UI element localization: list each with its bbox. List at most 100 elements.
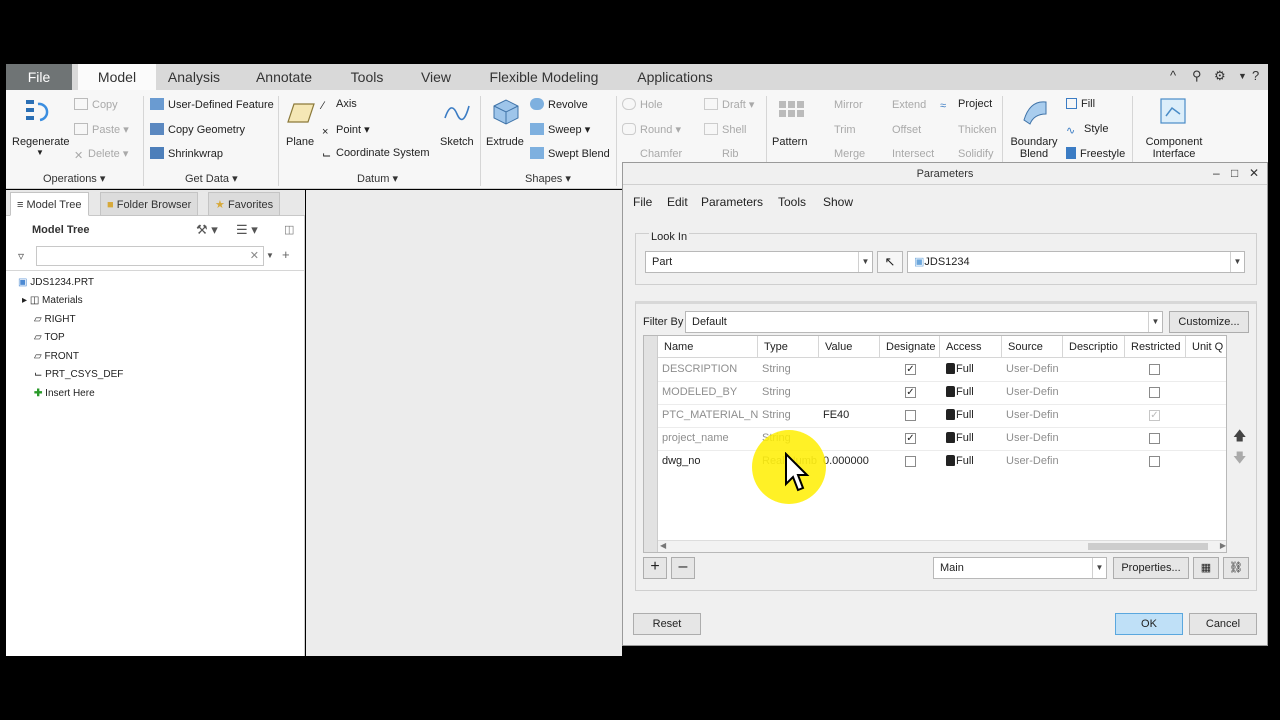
cell-name[interactable]: dwg_no — [658, 450, 758, 473]
search-icon[interactable]: ⚲ — [1192, 68, 1202, 84]
tab-tools[interactable]: Tools — [336, 64, 398, 90]
restricted-checkbox[interactable] — [1149, 387, 1160, 398]
filter-select[interactable]: Default ▼ — [685, 311, 1163, 333]
user-defined-feature-button[interactable]: User-Defined Feature — [150, 98, 274, 111]
tree-item-part[interactable]: ▣ JDS1234.PRT — [18, 277, 94, 288]
tab-applications[interactable]: Applications — [622, 64, 728, 90]
merge-button[interactable]: Merge — [816, 147, 865, 160]
extrude-button[interactable]: Extrude — [486, 136, 524, 148]
regenerate-button[interactable]: Regenerate — [12, 136, 70, 148]
intersect-button[interactable]: Intersect — [874, 147, 934, 160]
scrollbar-thumb[interactable] — [1088, 543, 1208, 550]
filter-icon[interactable]: ▿ — [18, 249, 24, 263]
tree-item-materials[interactable]: ▸ ◫ Materials — [22, 295, 83, 306]
file-tab[interactable]: File — [6, 64, 72, 90]
tab-analysis[interactable]: Analysis — [156, 64, 232, 90]
tab-annotate[interactable]: Annotate — [242, 64, 326, 90]
chevron-down-icon[interactable]: ▼ — [1238, 71, 1247, 81]
tab-folder-browser[interactable]: ■ Folder Browser — [100, 192, 199, 216]
table-columns-button[interactable]: ▦ — [1193, 557, 1219, 579]
extend-button[interactable]: Extend — [874, 98, 926, 111]
style-button[interactable]: ∿ Style — [1066, 123, 1108, 137]
tab-flexible-modeling[interactable]: Flexible Modeling — [474, 64, 614, 90]
column-header-value[interactable]: Value — [819, 336, 880, 358]
customize-button[interactable]: Customize... — [1169, 311, 1249, 333]
tree-filter-icon[interactable]: ◫ — [284, 223, 294, 236]
designate-checkbox[interactable]: ✓ — [905, 387, 916, 398]
freestyle-button[interactable]: Freestyle — [1066, 147, 1125, 160]
cell-type[interactable]: String — [758, 381, 819, 404]
trim-button[interactable]: Trim — [816, 123, 856, 136]
designate-checkbox[interactable]: ✓ — [905, 364, 916, 375]
chevron-down-icon[interactable]: ▼ — [1092, 558, 1106, 578]
designate-checkbox[interactable] — [905, 410, 916, 421]
cell-name[interactable]: DESCRIPTION — [658, 358, 758, 381]
delete-button[interactable]: ✕ Delete ▾ — [74, 147, 128, 162]
group-datum[interactable]: Datum ▾ — [357, 172, 398, 185]
column-header-description[interactable]: Descriptio — [1063, 336, 1125, 358]
thicken-button[interactable]: Thicken — [940, 123, 997, 136]
tab-model-tree[interactable]: ≡ Model Tree — [10, 192, 89, 216]
cell-type[interactable]: String — [758, 404, 819, 427]
cell-type[interactable]: String — [758, 358, 819, 381]
solidify-button[interactable]: Solidify — [940, 147, 993, 160]
add-icon[interactable]: + — [282, 247, 290, 262]
tree-item-insert-here[interactable]: ✚ Insert Here — [34, 388, 95, 399]
expand-icon[interactable]: ▸ — [22, 295, 27, 306]
menu-edit[interactable]: Edit — [667, 195, 688, 209]
cell-value[interactable]: 0.000000 — [819, 450, 880, 473]
ok-button[interactable]: OK — [1115, 613, 1183, 635]
hole-button[interactable]: Hole — [622, 98, 663, 111]
column-header-name[interactable]: Name — [658, 336, 758, 358]
tree-search-input[interactable]: ✕ — [36, 246, 264, 266]
cell-source[interactable]: User-Defin — [1002, 381, 1063, 404]
tree-list-icon[interactable]: ☰ ▾ — [236, 222, 258, 238]
chevron-down-icon[interactable]: ▼ — [266, 251, 274, 260]
tree-item-front[interactable]: ▱ FRONT — [34, 351, 79, 362]
minimize-icon[interactable]: – — [1213, 166, 1220, 180]
revolve-button[interactable]: Revolve — [530, 98, 588, 111]
shrinkwrap-button[interactable]: Shrinkwrap — [150, 147, 223, 160]
find-button[interactable]: ⛓ — [1223, 557, 1249, 579]
collapse-ribbon-icon[interactable]: ^ — [1170, 68, 1176, 83]
menu-show[interactable]: Show — [823, 195, 853, 209]
restricted-checkbox[interactable]: ✓ — [1149, 410, 1160, 421]
column-header-type[interactable]: Type — [758, 336, 819, 358]
fill-button[interactable]: Fill — [1066, 98, 1095, 110]
chevron-down-icon[interactable]: ▼ — [36, 148, 44, 157]
cell-value[interactable] — [819, 358, 880, 381]
restricted-checkbox[interactable] — [1149, 456, 1160, 467]
copy-button[interactable]: Copy — [74, 98, 118, 111]
swept-blend-button[interactable]: Swept Blend — [530, 147, 610, 160]
cell-source[interactable]: User-Defin — [1002, 427, 1063, 450]
select-pointer-button[interactable]: ↖ — [877, 251, 903, 273]
remove-parameter-button[interactable]: – — [671, 557, 695, 579]
tab-view[interactable]: View — [406, 64, 466, 90]
cell-value[interactable] — [819, 381, 880, 404]
column-header-restricted[interactable]: Restricted — [1125, 336, 1186, 358]
look-in-select[interactable]: Part ▼ — [645, 251, 873, 273]
tree-item-top[interactable]: ▱ TOP — [34, 332, 65, 343]
copy-geometry-button[interactable]: Copy Geometry — [150, 123, 245, 136]
cancel-button[interactable]: Cancel — [1189, 613, 1257, 635]
draft-button[interactable]: Draft ▾ — [704, 98, 754, 111]
cell-access[interactable]: Full — [942, 427, 1002, 450]
column-header-unit-quantity[interactable]: Unit Q — [1186, 336, 1226, 358]
coordinate-system-button[interactable]: ⌙ Coordinate System — [322, 147, 430, 161]
point-button[interactable]: × Point ▾ — [322, 123, 370, 138]
reset-button[interactable]: Reset — [633, 613, 701, 635]
cell-access[interactable]: Full — [942, 358, 1002, 381]
part-select[interactable]: ▣JDS1234 ▼ — [907, 251, 1245, 273]
cell-name[interactable]: project_name — [658, 427, 758, 450]
properties-button[interactable]: Properties... — [1113, 557, 1189, 579]
chamfer-button[interactable]: Chamfer — [622, 147, 682, 160]
paste-button[interactable]: Paste ▾ — [74, 123, 129, 136]
maximize-icon[interactable]: □ — [1231, 166, 1238, 180]
move-up-icon[interactable]: 🡅 — [1233, 427, 1246, 449]
tab-model[interactable]: Model — [78, 64, 156, 91]
graphics-area[interactable] — [306, 190, 622, 656]
cell-name[interactable]: PTC_MATERIAL_NA — [658, 404, 758, 427]
column-header-access[interactable]: Access — [940, 336, 1002, 358]
scope-select[interactable]: Main ▼ — [933, 557, 1107, 579]
group-get-data[interactable]: Get Data ▾ — [185, 172, 238, 185]
